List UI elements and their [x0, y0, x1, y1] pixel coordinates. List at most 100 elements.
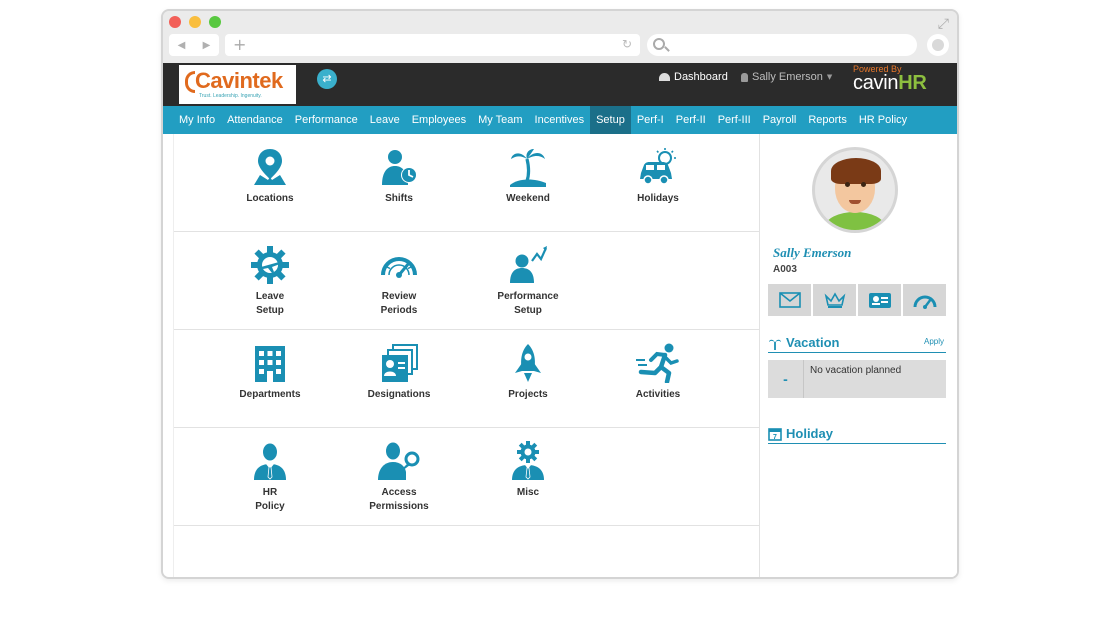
profile-sidebar: Sally Emerson A003 Vacation Apply - No v…	[759, 134, 957, 577]
cavintek-logo[interactable]: Cavintek Trust. Leadership. Ingenuity.	[179, 65, 296, 104]
setup-tile-locations[interactable]: Locations	[210, 147, 330, 206]
user-menu[interactable]: Sally Emerson ▼	[741, 71, 832, 83]
nav-item-payroll[interactable]: Payroll	[757, 106, 803, 134]
setup-row: Departments Designations Projects Activitie…	[174, 330, 760, 428]
setup-tile-projects[interactable]: Projects	[468, 343, 588, 402]
id-card-button[interactable]	[858, 284, 901, 316]
reload-icon[interactable]: ↻	[622, 37, 632, 51]
person-key-icon	[339, 441, 459, 481]
user-name: Sally Emerson	[752, 71, 823, 83]
setup-tile-label: Shifts	[385, 193, 413, 204]
cavinhr-suffix: HR	[898, 72, 927, 94]
back-arrow-icon[interactable]: ◀	[178, 40, 186, 51]
mail-icon	[778, 292, 801, 308]
vacation-date-placeholder: -	[768, 360, 804, 398]
setup-tile-label: Leave Setup	[255, 291, 285, 316]
setup-tile-designations[interactable]: Designations	[339, 343, 459, 402]
palm-tree-icon	[468, 147, 588, 187]
close-window-button[interactable]	[169, 16, 181, 28]
setup-tile-activities[interactable]: Activities	[598, 343, 718, 402]
browser-window: ⤢ ◀ ▶ + ↻ Cavintek Trust. Leadership. In…	[161, 9, 959, 579]
setup-tile-label: Weekend	[506, 193, 550, 204]
search-icon	[653, 38, 665, 50]
nav-item-employees[interactable]: Employees	[406, 106, 472, 134]
nav-item-performance[interactable]: Performance	[289, 106, 364, 134]
building-icon	[210, 343, 330, 383]
app-header: Cavintek Trust. Leadership. Ingenuity. ⇄…	[163, 63, 957, 106]
mail-button[interactable]	[768, 284, 811, 316]
id-card-icon	[868, 293, 891, 308]
logo-tagline: Trust. Leadership. Ingenuity.	[199, 93, 262, 99]
vacation-section-title: Vacation Apply	[768, 335, 946, 353]
speedometer-button[interactable]	[903, 284, 946, 316]
setup-tile-access-permissions[interactable]: Access Permissions	[339, 441, 459, 514]
person-gear-icon	[468, 441, 588, 481]
dashboard-label: Dashboard	[674, 71, 728, 83]
setup-tile-review-periods[interactable]: Review Periods	[339, 245, 459, 318]
forward-arrow-icon[interactable]: ▶	[203, 40, 211, 51]
app-content: Cavintek Trust. Leadership. Ingenuity. ⇄…	[163, 63, 957, 577]
setup-tile-label: Misc	[516, 487, 540, 498]
new-tab-icon[interactable]: +	[233, 35, 246, 54]
setup-tile-weekend[interactable]: Weekend	[468, 147, 588, 206]
setup-tile-departments[interactable]: Departments	[210, 343, 330, 402]
setup-tile-shifts[interactable]: Shifts	[339, 147, 459, 206]
crown-icon	[824, 292, 845, 308]
setup-tile-performance-setup[interactable]: Performance Setup	[468, 245, 588, 318]
setup-tile-misc[interactable]: Misc	[468, 441, 588, 500]
gear-plane-icon	[210, 245, 330, 285]
expand-icon[interactable]: ⤢	[938, 16, 949, 32]
nav-item-attendance[interactable]: Attendance	[221, 106, 289, 134]
address-bar[interactable]: + ↻	[225, 34, 640, 56]
setup-tile-label: Designations	[367, 389, 431, 400]
crown-button[interactable]	[813, 284, 856, 316]
nav-item-perf-iii[interactable]: Perf-III	[712, 106, 757, 134]
avatar[interactable]	[812, 147, 898, 233]
maximize-window-button[interactable]	[209, 16, 221, 28]
logo-brand-text: Cavintek	[195, 68, 283, 93]
nav-item-leave[interactable]: Leave	[364, 106, 406, 134]
setup-row: HR Policy Access Permissions Misc	[174, 428, 760, 526]
browser-titlebar: ⤢ ◀ ▶ + ↻	[163, 11, 957, 65]
nav-item-perf-ii[interactable]: Perf-II	[670, 106, 712, 134]
calendar-icon: 7	[768, 427, 782, 441]
browser-menu-button[interactable]	[927, 34, 949, 56]
setup-panel: Locations Shifts Weekend Holidays Leave Setup…	[173, 134, 760, 577]
apply-vacation-link[interactable]: Apply	[924, 337, 944, 346]
businessman-icon	[210, 441, 330, 481]
setup-tile-label: Holidays	[637, 193, 679, 204]
setup-tile-label: Access Permissions	[369, 487, 429, 512]
vacation-empty-message: No vacation planned	[810, 365, 902, 376]
palm-tree-icon	[769, 339, 781, 350]
nav-item-hr-policy[interactable]: HR Policy	[853, 106, 913, 134]
setup-tile-label: Locations	[246, 193, 294, 204]
id-cards-icon	[339, 343, 459, 383]
setup-tile-label: Departments	[239, 389, 301, 400]
dashboard-link[interactable]: Dashboard	[659, 71, 728, 83]
nav-item-setup[interactable]: Setup	[590, 106, 631, 134]
nav-item-incentives[interactable]: Incentives	[529, 106, 591, 134]
minimize-window-button[interactable]	[189, 16, 201, 28]
cavinhr-name: cavin	[853, 72, 899, 94]
car-sun-icon	[598, 147, 718, 187]
user-icon	[741, 72, 748, 82]
gauge-icon	[339, 245, 459, 285]
setup-tile-hr-policy[interactable]: HR Policy	[210, 441, 330, 514]
browser-search-bar[interactable]	[647, 34, 917, 56]
nav-item-perf-i[interactable]: Perf-I	[631, 106, 670, 134]
setup-tile-leave-setup[interactable]: Leave Setup	[210, 245, 330, 318]
cavinhr-logo: cavinHR	[853, 72, 927, 95]
person-chart-icon	[468, 245, 588, 285]
setup-row: Leave Setup Review Periods Performance Setup	[174, 232, 760, 330]
logo-swoosh-icon	[185, 71, 195, 93]
nav-item-my-info[interactable]: My Info	[173, 106, 221, 134]
rocket-icon	[468, 343, 588, 383]
setup-row: Locations Shifts Weekend Holidays	[174, 134, 760, 232]
quick-actions	[768, 284, 946, 316]
setup-tile-label: Projects	[508, 389, 548, 400]
employee-code: A003	[773, 264, 797, 275]
nav-item-my-team[interactable]: My Team	[472, 106, 528, 134]
switch-role-icon[interactable]: ⇄	[317, 69, 337, 89]
setup-tile-holidays[interactable]: Holidays	[598, 147, 718, 206]
nav-item-reports[interactable]: Reports	[802, 106, 853, 134]
